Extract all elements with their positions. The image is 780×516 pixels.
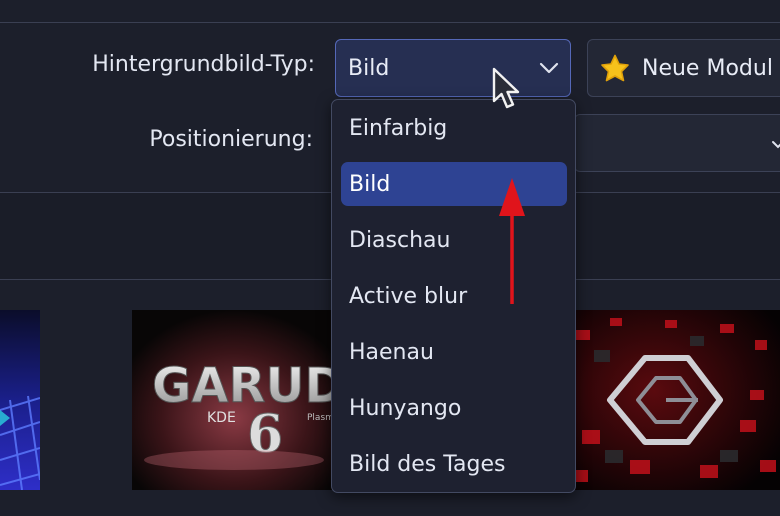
dropdown-option-label: Hunyango xyxy=(349,396,462,421)
divider-top xyxy=(0,22,780,23)
dropdown-option-bild-des-tages[interactable]: Bild des Tages xyxy=(341,442,567,486)
new-modules-label: Neue Modul xyxy=(642,56,773,81)
star-icon xyxy=(601,54,629,82)
garuda-kde6-image: GARUDA KDE Plasma 6 xyxy=(132,310,337,490)
blue-grid-image xyxy=(0,310,40,490)
wallpaper-thumbnail-garuda-kde6[interactable]: GARUDA KDE Plasma 6 xyxy=(132,310,337,490)
dropdown-option-hunyango[interactable]: Hunyango xyxy=(341,386,567,430)
dropdown-option-einfarbig[interactable]: Einfarbig xyxy=(341,106,567,150)
kde-sub-text: KDE xyxy=(207,410,236,426)
chevron-down-icon xyxy=(539,62,559,74)
wallpaper-settings-page: Hintergrundbild-Typ: Bild Neue Modul Pos… xyxy=(0,0,780,516)
dropdown-option-label: Active blur xyxy=(349,284,468,309)
wallpaper-type-label: Hintergrundbild-Typ: xyxy=(92,52,315,77)
garuda-logo-text: GARUDA xyxy=(152,358,337,414)
dropdown-option-label: Bild xyxy=(349,172,391,197)
wallpaper-thumbnail-red-cubes[interactable] xyxy=(570,310,780,490)
dropdown-option-haenau[interactable]: Haenau xyxy=(341,330,567,374)
wallpaper-type-dropdown: Einfarbig Bild Diaschau Active blur Haen… xyxy=(331,99,576,493)
dropdown-option-label: Haenau xyxy=(349,340,434,365)
mouse-cursor-icon xyxy=(492,67,520,109)
wallpaper-thumbnail-blue-grid[interactable] xyxy=(0,310,40,490)
dropdown-option-label: Diaschau xyxy=(349,228,451,253)
wallpaper-type-combobox[interactable]: Bild xyxy=(335,39,571,97)
positioning-label: Positionierung: xyxy=(149,127,313,152)
dropdown-option-label: Bild des Tages xyxy=(349,452,506,477)
chevron-down-icon xyxy=(772,141,780,149)
new-modules-button[interactable]: Neue Modul xyxy=(587,39,780,97)
dropdown-option-label: Einfarbig xyxy=(349,116,448,141)
wallpaper-type-value: Bild xyxy=(348,56,390,81)
positioning-combobox[interactable] xyxy=(574,114,780,172)
red-arrow-annotation xyxy=(499,178,525,304)
red-cubes-image xyxy=(570,310,780,490)
